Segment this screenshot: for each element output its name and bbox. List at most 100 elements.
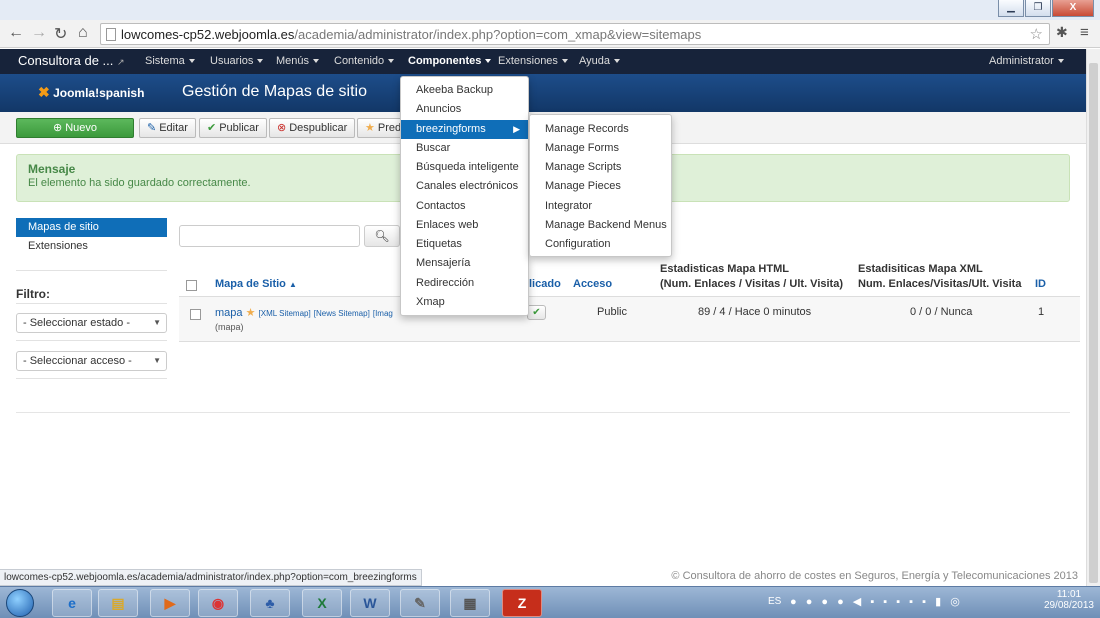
sitemap-title-link[interactable]: mapa [215,307,243,319]
explorer-icon[interactable]: ▤ [98,589,138,617]
default-button[interactable]: ★ Pred [357,118,402,138]
menu-item-buscar[interactable]: Buscar [401,139,528,158]
submenu-item-configuration[interactable]: Configuration [530,235,671,254]
nav-user-menu[interactable]: Administrator [989,55,1064,67]
menu-item-anuncios[interactable]: Anuncios [401,100,528,119]
sidebar-divider [16,303,167,304]
row-checkbox[interactable] [190,309,201,320]
forward-icon[interactable]: → [31,24,47,42]
publish-button[interactable]: ✔ Publicar [199,118,267,138]
default-star-icon[interactable]: ★ [246,307,256,319]
submenu-item-manage-pieces[interactable]: Manage Pieces [530,177,671,196]
restore-icon[interactable]: ❐ [1025,0,1051,17]
menu-item-etiquetas[interactable]: Etiquetas [401,235,528,254]
access-select[interactable]: - Seleccionar acceso - ▼ [16,351,167,371]
message-text: El elemento ha sido guardado correctamen… [28,177,251,189]
excel-icon[interactable]: X [302,589,342,617]
messenger-icon[interactable]: ♣ [250,589,290,617]
column-header-html-stats: Estadisticas Mapa HTML [660,263,789,275]
joomla-logo: ✖ Joomla!spanish [38,84,145,100]
footer-divider [16,412,1070,413]
xml-stats-cell: 0 / 0 / Nunca [910,306,973,318]
system-tray-icons[interactable]: ● ● ● ● ◀ ▪ ▪ ▪ ▪ ▪ ▮ ◎ [790,595,963,608]
submenu-item-manage-scripts[interactable]: Manage Scripts [530,158,671,177]
column-header-id[interactable]: ID [1035,278,1046,290]
submenu-item-manage-forms[interactable]: Manage Forms [530,139,671,158]
submenu-item-integrator[interactable]: Integrator [530,197,671,216]
menu-item-xmap[interactable]: Xmap [401,293,528,312]
news-sitemap-link[interactable]: [News Sitemap] [314,309,370,318]
menu-item-canales-electronicos[interactable]: Canales electrónicos [401,177,528,196]
chrome-icon[interactable]: ◉ [198,589,238,617]
address-bar[interactable]: lowcomes-cp52.webjoomla.es/academia/admi… [100,23,1050,45]
column-header-title[interactable]: Mapa de Sitio ▲ [215,278,297,290]
nav-extensiones[interactable]: Extensiones [498,55,568,67]
language-indicator[interactable]: ES [768,596,781,607]
page-title: Gestión de Mapas de sitio [182,83,367,100]
sidebar-item-sitemaps[interactable]: Mapas de sitio [16,218,167,237]
menu-item-contactos[interactable]: Contactos [401,197,528,216]
extension-icon[interactable]: ✱ [1056,24,1068,41]
start-button[interactable] [6,589,34,617]
paint-icon[interactable]: ✎ [400,589,440,617]
table-divider [179,341,1080,342]
state-select[interactable]: - Seleccionar estado - ▼ [16,313,167,333]
nav-ayuda[interactable]: Ayuda [579,55,620,67]
nav-contenido[interactable]: Contenido [334,55,395,67]
image-sitemap-link[interactable]: [Imag [373,309,393,318]
calculator-icon[interactable]: ▦ [450,589,490,617]
menu-item-redireccion[interactable]: Redirección [401,274,528,293]
scrollbar-thumb[interactable] [1089,63,1098,583]
site-brand[interactable]: Consultora de ... ↗ [18,53,125,68]
back-icon[interactable]: ← [8,24,24,42]
check-icon: ✔ [207,122,217,134]
clock[interactable]: 11:01 29/08/2013 [1044,589,1094,611]
published-toggle[interactable]: ✔ [527,305,546,320]
minimize-icon[interactable]: ▁ [998,0,1024,17]
components-menu: Akeeba Backup Anuncios breezingforms ▶ Bu… [400,76,529,316]
unpublish-button[interactable]: ⊗ Despublicar [269,118,356,138]
menu-item-akeeba-backup[interactable]: Akeeba Backup [401,81,528,100]
sidebar-divider [16,270,167,271]
search-button[interactable]: 🔍︎ [364,225,400,247]
sitemap-title-cell: mapa ★ [XML Sitemap] [News Sitemap] [Ima… [215,306,393,319]
menu-item-breezingforms[interactable]: breezingforms ▶ [401,120,528,139]
word-icon[interactable]: W [350,589,390,617]
menu-item-busqueda-inteligente[interactable]: Búsqueda inteligente [401,158,528,177]
filter-label: Filtro: [16,287,50,301]
vertical-scrollbar[interactable] [1086,49,1100,586]
bookmark-star-icon[interactable]: ☆ [1030,25,1043,43]
browser-status-bar: lowcomes-cp52.webjoomla.es/academia/admi… [0,569,422,586]
column-header-access[interactable]: Acceso [573,278,612,290]
message-title: Mensaje [28,162,76,176]
column-header-xml-stats-sub: Num. Enlaces/Visitas/Ult. Visita [858,278,1022,290]
close-icon[interactable]: X [1052,0,1094,17]
xml-sitemap-link[interactable]: [XML Sitemap] [259,309,311,318]
nav-sistema[interactable]: Sistema [145,55,195,67]
edit-button[interactable]: ✎ Editar [139,118,196,138]
id-cell: 1 [1038,306,1045,318]
nav-menus[interactable]: Menús [276,55,320,67]
ie-icon[interactable]: e [52,589,92,617]
media-player-icon[interactable]: ▶ [150,589,190,617]
admin-navbar: Consultora de ... ↗ Sistema Usuarios Men… [0,49,1086,74]
unpublish-icon: ⊗ [277,122,287,134]
sidebar-item-extensions[interactable]: Extensiones [16,237,167,256]
nav-componentes[interactable]: Componentes [408,55,492,67]
menu-item-enlaces-web[interactable]: Enlaces web [401,216,528,235]
home-icon[interactable]: ⌂ [78,24,88,42]
nav-usuarios[interactable]: Usuarios [210,55,264,67]
menu-item-mensajeria[interactable]: Mensajería [401,254,528,273]
filezilla-icon[interactable]: Z [502,589,542,617]
new-button[interactable]: ⊕ Nuevo [16,118,134,138]
submenu-item-manage-backend-menus[interactable]: Manage Backend Menus [530,216,671,235]
page-icon [106,28,116,41]
footer-copyright: © Consultora de ahorro de costes en Segu… [671,570,1078,582]
select-all-checkbox[interactable] [186,280,197,291]
reload-icon[interactable]: ↻ [54,24,67,44]
external-link-icon: ↗ [117,57,125,67]
submenu-item-manage-records[interactable]: Manage Records [530,120,671,139]
search-input[interactable] [179,225,360,247]
column-header-published[interactable]: licado [529,278,561,290]
menu-icon[interactable]: ≡ [1080,24,1089,41]
